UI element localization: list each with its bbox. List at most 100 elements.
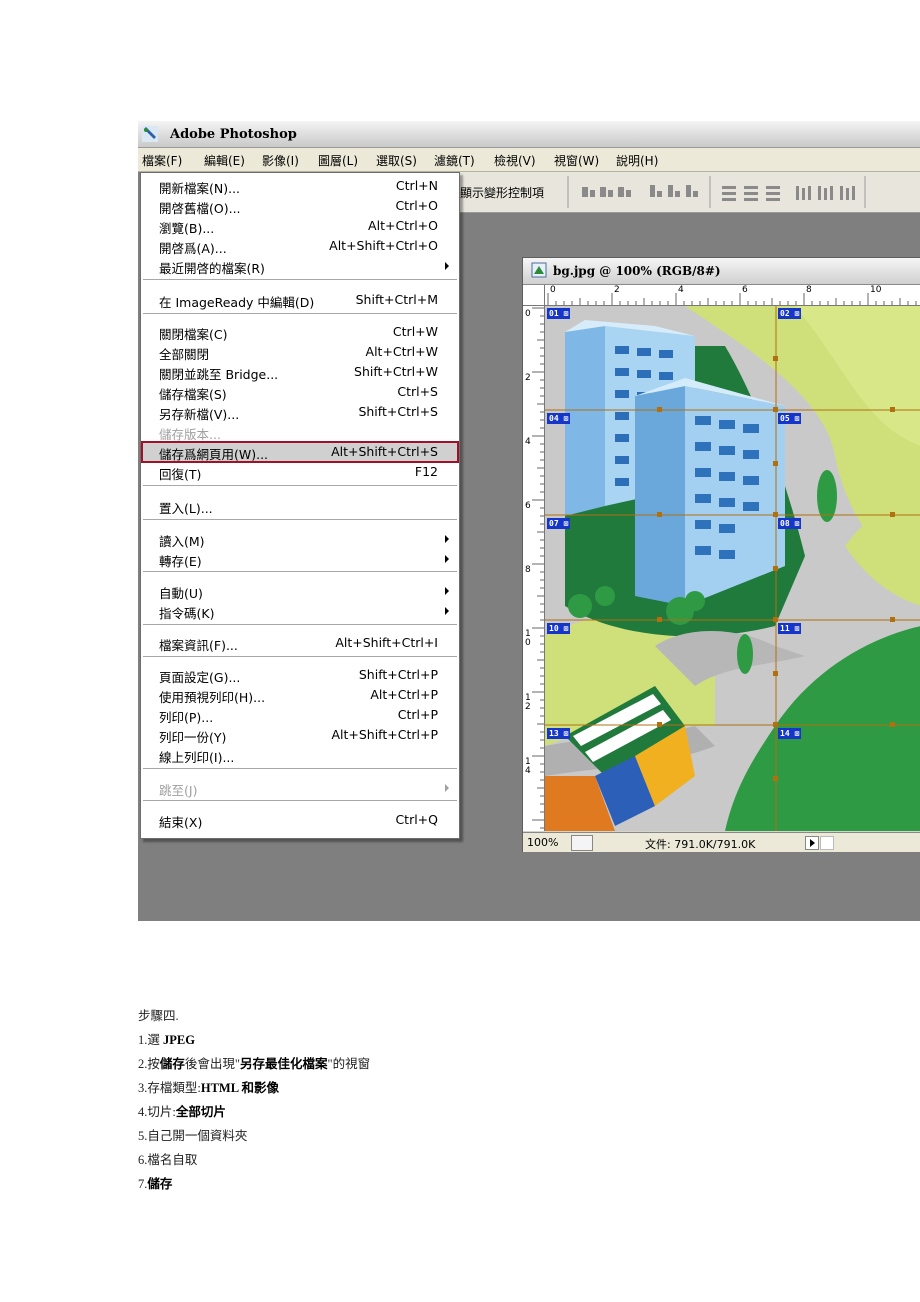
- menu-item[interactable]: 轉存(E): [142, 549, 458, 569]
- menu-item-shortcut: Ctrl+S: [397, 384, 438, 399]
- slice-number-badge[interactable]: 10 ⊠: [547, 623, 571, 634]
- status-arrow-button[interactable]: [805, 836, 819, 850]
- step-bold-text: 另存最佳化檔案: [240, 1057, 328, 1071]
- slice-number: 07: [549, 519, 559, 528]
- menu-separator: [143, 571, 457, 572]
- menu-item-label: 關閉檔案(C): [159, 327, 228, 342]
- menubar-item[interactable]: 檔案(F): [142, 152, 182, 169]
- menu-item-shortcut: Ctrl+N: [395, 178, 438, 193]
- menu-item-label: 全部關閉: [159, 347, 210, 362]
- menubar-item[interactable]: 編輯(E): [204, 152, 245, 169]
- menu-item[interactable]: 讀入(M): [142, 529, 458, 549]
- app-title: Adobe Photoshop: [170, 127, 297, 142]
- menu-item[interactable]: 指令碼(K): [142, 601, 458, 621]
- instructions: 步驟四. 1.選 JPEG 2.按儲存後會出現"另存最佳化檔案"的視窗 3.存檔類型…: [138, 1004, 370, 1196]
- menu-separator: [143, 800, 457, 801]
- image-canvas[interactable]: 01 ⊠ 02 ⊠ 04 ⊠ 05 ⊠ 07 ⊠ 08 ⊠ 10 ⊠ 11 ⊠ 13 ⊠ 14 ⊠: [545, 306, 920, 831]
- menu-item-label: 使用預視列印(H)...: [159, 690, 266, 705]
- menubar-item[interactable]: 影像(I): [262, 152, 299, 169]
- step-text: 5.自己開一個資料夾: [138, 1129, 248, 1143]
- document-icon: [531, 262, 547, 278]
- menubar-item[interactable]: 圖層(L): [318, 152, 358, 169]
- file-size-info: 文件: 791.0K/791.0K: [645, 838, 756, 851]
- slice-number-badge[interactable]: 14 ⊠: [778, 728, 802, 739]
- menu-item-label: 頁面設定(G)...: [159, 670, 241, 685]
- horizontal-ruler[interactable]: 0 2 4 6 8 10: [545, 285, 920, 306]
- horizontal-scrollbar[interactable]: [820, 836, 834, 850]
- menu-item-label: 結束(X): [159, 815, 203, 830]
- menu-item-label: 最近開啓的檔案(R): [159, 261, 265, 276]
- menu-item[interactable]: 關閉檔案(C) Ctrl+W: [142, 322, 458, 342]
- slice-image-icon: ⊠: [558, 624, 569, 633]
- menu-item[interactable]: 瀏覽(B)... Alt+Ctrl+O: [142, 216, 458, 236]
- menu-item[interactable]: 自動(U): [142, 581, 458, 601]
- ruler-tick-label: 4: [678, 285, 684, 295]
- menubar-item[interactable]: 檢視(V): [494, 152, 536, 169]
- slice-number-badge[interactable]: 08 ⊠: [778, 518, 802, 529]
- menu-item[interactable]: 關閉並跳至 Bridge... Shift+Ctrl+W: [142, 362, 458, 382]
- step-item: 3.存檔類型:HTML 和影像: [138, 1076, 370, 1100]
- photoshop-app-icon: [142, 126, 158, 142]
- menu-item[interactable]: 最近開啓的檔案(R): [142, 256, 458, 276]
- menu-item[interactable]: 列印一份(Y) Alt+Shift+Ctrl+P: [142, 725, 458, 745]
- slice-number-badge[interactable]: 13 ⊠: [547, 728, 571, 739]
- menu-separator: [143, 279, 457, 280]
- step-bold-text: 全部切片: [175, 1105, 226, 1119]
- menu-item[interactable]: 使用預視列印(H)... Alt+Ctrl+P: [142, 685, 458, 705]
- menubar-item[interactable]: 說明(H): [616, 152, 658, 169]
- menu-item[interactable]: 開新檔案(N)... Ctrl+N: [142, 176, 458, 196]
- menu-item[interactable]: 檔案資訊(F)... Alt+Shift+Ctrl+I: [142, 633, 458, 653]
- slice-number-badge[interactable]: 05 ⊠: [778, 413, 802, 424]
- step-text: 2.按: [138, 1057, 160, 1071]
- slice-number-badge[interactable]: 07 ⊠: [547, 518, 571, 529]
- menu-item[interactable]: 列印(P)... Ctrl+P: [142, 705, 458, 725]
- menu-item[interactable]: 在 ImageReady 中編輯(D) Shift+Ctrl+M: [142, 290, 458, 310]
- zoom-level[interactable]: 100%: [527, 836, 558, 849]
- menu-item[interactable]: 儲存檔案(S) Ctrl+S: [142, 382, 458, 402]
- align-distribute-icons[interactable]: [560, 172, 920, 212]
- menu-item-label: 跳至(J): [159, 783, 198, 798]
- step-item: 6.檔名自取: [138, 1148, 370, 1172]
- menu-item[interactable]: 開啓舊檔(O)... Ctrl+O: [142, 196, 458, 216]
- menubar-item[interactable]: 選取(S): [376, 152, 417, 169]
- ruler-origin[interactable]: [523, 285, 545, 306]
- menu-item-label: 置入(L)...: [159, 501, 213, 516]
- show-transform-controls-label[interactable]: 顯示變形控制項: [460, 184, 544, 201]
- menu-item-shortcut: Shift+Ctrl+S: [358, 404, 438, 419]
- document-title-bar[interactable]: bg.jpg @ 100% (RGB/8#): [523, 258, 920, 285]
- menu-item[interactable]: 開啓爲(A)... Alt+Shift+Ctrl+O: [142, 236, 458, 256]
- menu-item-label: 儲存檔案(S): [159, 387, 227, 402]
- vertical-ruler[interactable]: 0 2 4 6 8 1 0 1 2 1 4: [523, 306, 545, 831]
- submenu-arrow-icon: [445, 784, 449, 792]
- slice-number: 10: [549, 624, 559, 633]
- menu-item[interactable]: 全部關閉 Alt+Ctrl+W: [142, 342, 458, 362]
- menubar-item[interactable]: 視窗(W): [554, 152, 599, 169]
- step-text: 3.存檔類型:: [138, 1081, 201, 1095]
- slice-number-badge[interactable]: 02 ⊠: [778, 308, 802, 319]
- step-item: 5.自己開一個資料夾: [138, 1124, 370, 1148]
- ruler-tick-label: 1 4: [525, 757, 531, 776]
- step-item: 7.儲存: [138, 1172, 370, 1196]
- menu-item: 跳至(J): [142, 778, 458, 798]
- menu-item-shortcut: Ctrl+Q: [395, 812, 438, 827]
- slice-number-badge[interactable]: 04 ⊠: [547, 413, 571, 424]
- menu-item[interactable]: 頁面設定(G)... Shift+Ctrl+P: [142, 665, 458, 685]
- slice-number-badge[interactable]: 11 ⊠: [778, 623, 802, 634]
- menu-item[interactable]: 另存新檔(V)... Shift+Ctrl+S: [142, 402, 458, 422]
- menu-item[interactable]: 回復(T) F12: [142, 462, 458, 482]
- menu-item-save-for-web[interactable]: 儲存爲網頁用(W)... Alt+Shift+Ctrl+S: [141, 441, 459, 463]
- status-menu-button[interactable]: [571, 835, 593, 851]
- menu-item-shortcut: F12: [414, 464, 438, 479]
- steps-heading: 步驟四.: [138, 1009, 179, 1023]
- document-window: bg.jpg @ 100% (RGB/8#) 0 2 4 6 8 10 024681 01…: [522, 257, 920, 852]
- menu-item[interactable]: 線上列印(I)...: [142, 745, 458, 765]
- file-menu: 開新檔案(N)... Ctrl+N 開啓舊檔(O)... Ctrl+O 瀏覽(B)...…: [140, 172, 460, 839]
- menu-item[interactable]: 結束(X) Ctrl+Q: [142, 810, 458, 830]
- step-text: 後會出現": [184, 1057, 241, 1071]
- step-bold-text: JPEG: [163, 1033, 195, 1047]
- menu-item-label: 另存新檔(V)...: [159, 407, 240, 422]
- menu-item-label: 檔案資訊(F)...: [159, 638, 238, 653]
- slice-number-badge[interactable]: 01 ⊠: [547, 308, 571, 319]
- menubar-item[interactable]: 濾鏡(T): [434, 152, 475, 169]
- menu-item[interactable]: 置入(L)...: [142, 496, 458, 516]
